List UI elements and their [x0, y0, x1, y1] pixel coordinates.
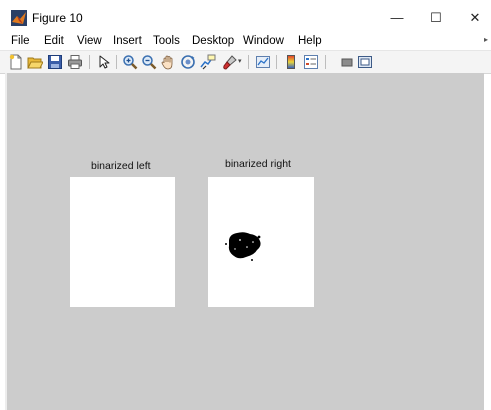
- menu-help[interactable]: Help: [298, 33, 322, 49]
- figure-window: Figure 10 — ☐ ✕ File Edit View Insert To…: [0, 0, 491, 410]
- toolbar-separator: [325, 55, 326, 69]
- axes-binarized-left[interactable]: [70, 177, 175, 307]
- link-plot-icon[interactable]: [255, 54, 271, 70]
- menu-edit[interactable]: Edit: [44, 33, 64, 49]
- menu-insert[interactable]: Insert: [113, 33, 142, 49]
- figure-toolbar: ▾: [0, 50, 491, 74]
- insert-legend-icon[interactable]: [303, 54, 319, 70]
- edit-plot-icon[interactable]: [96, 54, 112, 70]
- insert-colorbar-icon[interactable]: [283, 54, 299, 70]
- save-icon[interactable]: [47, 54, 63, 70]
- menu-tools[interactable]: Tools: [153, 33, 180, 49]
- axes-binarized-right[interactable]: [208, 177, 314, 307]
- toolbar-separator: [276, 55, 277, 69]
- menu-bar: File Edit View Insert Tools Desktop Wind…: [0, 33, 491, 49]
- toolbar-separator: [89, 55, 90, 69]
- maximize-button[interactable]: ☐: [426, 8, 446, 28]
- menu-desktop[interactable]: Desktop: [192, 33, 234, 49]
- title-bar: Figure 10 — ☐ ✕: [0, 0, 491, 32]
- menu-overflow-icon[interactable]: ▸: [484, 35, 488, 44]
- matlab-app-icon: [11, 10, 27, 26]
- window-title: Figure 10: [32, 11, 83, 25]
- pan-icon[interactable]: [160, 54, 176, 70]
- data-cursor-icon[interactable]: [200, 54, 216, 70]
- minimize-button[interactable]: —: [387, 8, 407, 28]
- axes-title-right: binarized right: [225, 158, 291, 170]
- binary-blob-image: [225, 232, 261, 261]
- brush-dropdown-icon[interactable]: ▾: [238, 54, 244, 70]
- zoom-in-icon[interactable]: [122, 54, 138, 70]
- toolbar-separator: [116, 55, 117, 69]
- zoom-out-icon[interactable]: [141, 54, 157, 70]
- toolbar-separator: [248, 55, 249, 69]
- hide-plot-tools-icon[interactable]: [339, 54, 355, 70]
- figure-canvas[interactable]: binarized left binarized right: [7, 73, 484, 410]
- print-icon[interactable]: [67, 54, 83, 70]
- axes-title-left: binarized left: [91, 160, 151, 172]
- menu-view[interactable]: View: [77, 33, 102, 49]
- close-button[interactable]: ✕: [465, 8, 485, 28]
- menu-window[interactable]: Window: [243, 33, 284, 49]
- new-figure-icon[interactable]: [8, 54, 24, 70]
- open-file-icon[interactable]: [27, 54, 43, 70]
- brush-icon[interactable]: [222, 54, 238, 70]
- menu-file[interactable]: File: [11, 33, 30, 49]
- show-plot-tools-icon[interactable]: [357, 54, 373, 70]
- rotate-3d-icon[interactable]: [180, 54, 196, 70]
